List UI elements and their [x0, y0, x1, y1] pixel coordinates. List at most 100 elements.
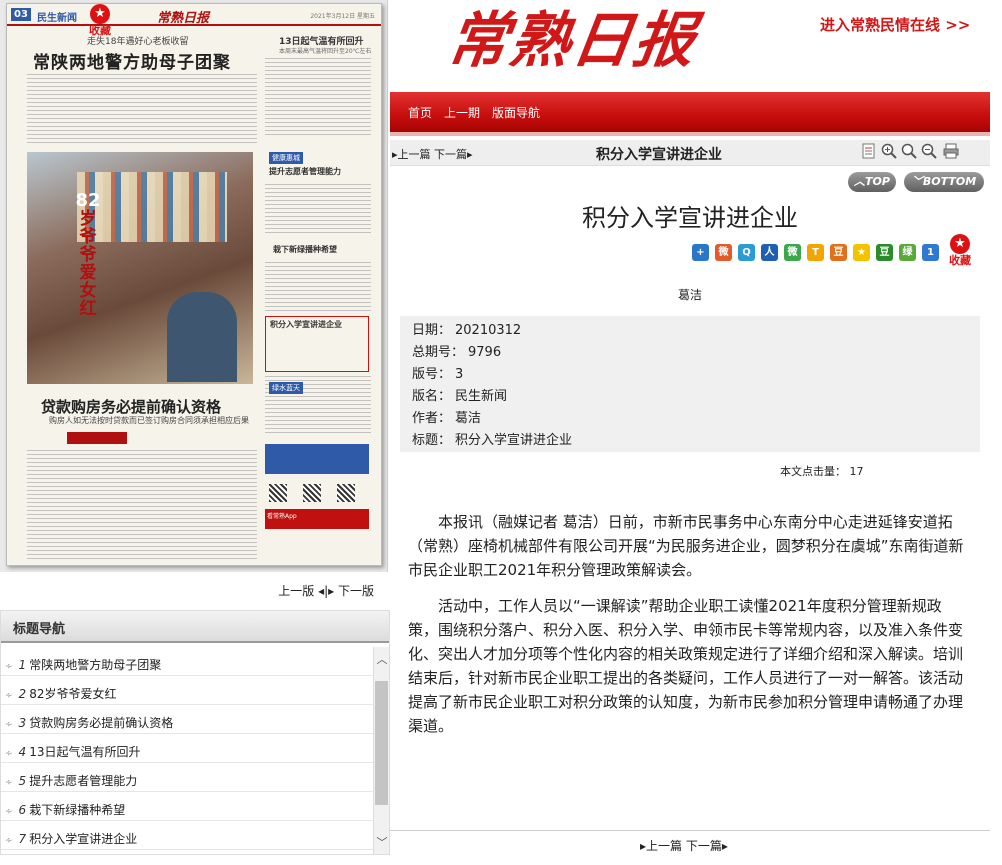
- share-plus-icon[interactable]: +: [692, 244, 709, 261]
- bullet-icon: ∻: [5, 720, 13, 730]
- meta-value: 9796: [468, 345, 502, 360]
- article-title: 积分入学宣讲进企业: [582, 204, 798, 232]
- weibo-icon[interactable]: 微: [715, 244, 732, 261]
- paper-current-article-highlight[interactable]: 积分入学宣讲进企业: [265, 316, 369, 372]
- vertical-number: 82: [75, 190, 101, 211]
- nav-item-label: 提升志愿者管理能力: [29, 774, 138, 788]
- chevron-down-icon: ﹀: [911, 175, 923, 188]
- nav-previous-issue-link[interactable]: 上一期: [444, 104, 480, 121]
- paper-vertical-headline[interactable]: 82 岁爷爷爱女红: [75, 190, 101, 319]
- nav-item-label: 栽下新绿播种希望: [29, 803, 126, 817]
- star-icon: ★: [950, 234, 970, 254]
- zoom-in-icon[interactable]: [880, 142, 898, 160]
- zoom-reset-icon[interactable]: [900, 142, 918, 160]
- newspaper-page-image[interactable]: 03 民生新闻 常熟日报 2021年3月12日 星期五 ★ 收藏 走失18年遇好…: [6, 3, 382, 566]
- prev-next-article-links[interactable]: ▸上一篇 下一篇▸: [392, 146, 473, 162]
- nav-item-label: 82岁爷爷爱女红: [29, 687, 117, 701]
- zoom-out-icon[interactable]: [920, 142, 938, 160]
- prev-page-link[interactable]: 上一版: [278, 584, 314, 598]
- nav-item-1[interactable]: ∻ 1 常陕两地警方助母子团聚: [1, 647, 373, 676]
- green-icon[interactable]: 绿: [899, 244, 916, 261]
- paper-headline-7: 积分入学宣讲进企业: [270, 320, 342, 329]
- minqing-online-link[interactable]: 进入常熟民情在线 >>: [820, 14, 970, 35]
- nav-home-link[interactable]: 首页: [408, 104, 432, 121]
- scrollbar-thumb[interactable]: [375, 681, 388, 805]
- top-button[interactable]: ︿TOP: [848, 172, 896, 192]
- meta-label: 日期：: [412, 323, 452, 338]
- article-author: 葛洁: [677, 288, 702, 302]
- click-count-label: 本文点击量：: [780, 465, 846, 478]
- title-navigation-panel: 标题导航 ∻ 1 常陕两地警方助母子团聚 ∻ 2 82岁爷爷爱女红 ∻ 3 贷款购房务必提前…: [0, 610, 390, 855]
- top-navigation-bar: 首页 上一期 版面导航: [390, 92, 990, 136]
- paper-app-ad: 看常熟App: [265, 509, 369, 529]
- paper-text-block: [265, 58, 371, 138]
- favorite-label: 收藏: [949, 254, 971, 267]
- nav-item-index: 4: [18, 745, 27, 759]
- bottom-button[interactable]: ﹀BOTTOM: [904, 172, 984, 192]
- chevron-down-icon[interactable]: ﹀: [374, 834, 390, 850]
- bullet-icon: ∻: [5, 807, 13, 817]
- nav-item-2[interactable]: ∻ 2 82岁爷爷爱女红: [1, 676, 373, 705]
- site-logo[interactable]: 常熟日报: [443, 6, 701, 76]
- next-page-link[interactable]: 下一版: [338, 584, 374, 598]
- top-label: TOP: [865, 175, 890, 188]
- list-icon[interactable]: [860, 142, 878, 160]
- meta-value: 积分入学宣讲进企业: [455, 433, 573, 448]
- article-paragraph: 活动中，工作人员以“一课解读”帮助企业职工读懂2021年度积分管理新规政策，围绕…: [408, 597, 964, 735]
- print-icon[interactable]: [942, 142, 960, 160]
- paper-tag-2: 绿水蓝天: [269, 382, 303, 394]
- dou-icon[interactable]: 豆: [876, 244, 893, 261]
- chevron-up-icon: ︿: [854, 175, 866, 188]
- paper-subhead-2: 本周末最高气温将回升至20℃左右: [279, 48, 372, 55]
- meta-value: 葛洁: [455, 411, 482, 426]
- star-icon: ★: [90, 4, 110, 24]
- nav-item-7[interactable]: ∻ 7 积分入学宣讲进企业: [1, 821, 373, 850]
- meta-section-row: 版名： 民生新闻: [412, 386, 980, 408]
- tqq-icon[interactable]: T: [807, 244, 824, 261]
- star-icon[interactable]: ★: [853, 244, 870, 261]
- nav-item-index: 2: [18, 687, 27, 701]
- paper-ad-block: [265, 444, 369, 474]
- nav-item-label: 13日起气温有所回升: [29, 745, 141, 759]
- nav-item-3[interactable]: ∻ 3 贷款购房务必提前确认资格: [1, 705, 373, 734]
- meta-label: 作者：: [412, 411, 452, 426]
- nav-item-4[interactable]: ∻ 4 13日起气温有所回升: [1, 734, 373, 763]
- paper-red-bar: [67, 432, 127, 444]
- paper-headline-6[interactable]: 栽下新绿播种希望: [273, 244, 337, 255]
- paper-headline-1[interactable]: 常陕两地警方助母子团聚: [33, 48, 231, 73]
- meta-label: 版号：: [412, 367, 452, 382]
- douban-icon[interactable]: 豆: [830, 244, 847, 261]
- nav-item-index: 5: [18, 774, 27, 788]
- wechat-icon[interactable]: 微: [784, 244, 801, 261]
- article-body: 本报讯（融媒记者 葛洁）日前，市新市民事务中心东南分中心走进延锋安道拓（常熟）座…: [408, 510, 970, 750]
- chevron-up-icon[interactable]: ︿: [374, 651, 390, 667]
- article-paragraph: 本报讯（融媒记者 葛洁）日前，市新市民事务中心东南分中心走进延锋安道拓（常熟）座…: [408, 513, 964, 579]
- paper-headline-5[interactable]: 提升志愿者管理能力: [269, 166, 341, 177]
- paper-page-number: 03: [11, 8, 31, 21]
- number-icon[interactable]: 1: [922, 244, 939, 261]
- nav-item-index: 1: [18, 658, 27, 672]
- bullet-icon: ∻: [5, 778, 13, 788]
- paper-headline-3[interactable]: 贷款购房务必提前确认资格: [41, 396, 221, 417]
- qzone-icon[interactable]: Q: [738, 244, 755, 261]
- paper-text-block: [265, 184, 371, 236]
- renren-icon[interactable]: 人: [761, 244, 778, 261]
- meta-value: 20210312: [455, 323, 522, 338]
- bottom-prev-next-links[interactable]: ▸上一篇 下一篇▸: [640, 837, 728, 854]
- nav-item-label: 常陕两地警方助母子团聚: [29, 658, 162, 672]
- divider: [390, 830, 990, 831]
- nav-item-5[interactable]: ∻ 5 提升志愿者管理能力: [1, 763, 373, 792]
- toolbar-article-title: 积分入学宣讲进企业: [596, 147, 722, 163]
- paper-text-block: [265, 262, 371, 312]
- nav-item-label: 贷款购房务必提前确认资格: [29, 716, 174, 730]
- photo-person: [167, 292, 237, 382]
- meta-date-row: 日期： 20210312: [412, 320, 980, 342]
- paper-section-name: 民生新闻: [37, 13, 77, 24]
- nav-item-6[interactable]: ∻ 6 栽下新绿播种希望: [1, 792, 373, 821]
- nav-page-navigation-link[interactable]: 版面导航: [492, 104, 540, 121]
- meta-value: 3: [455, 367, 464, 382]
- nav-scrollbar[interactable]: ︿ ﹀: [373, 647, 389, 854]
- paper-favorite-button[interactable]: ★ 收藏: [87, 4, 113, 37]
- meta-value: 民生新闻: [455, 389, 508, 404]
- article-favorite-button[interactable]: ★ 收藏: [946, 234, 974, 267]
